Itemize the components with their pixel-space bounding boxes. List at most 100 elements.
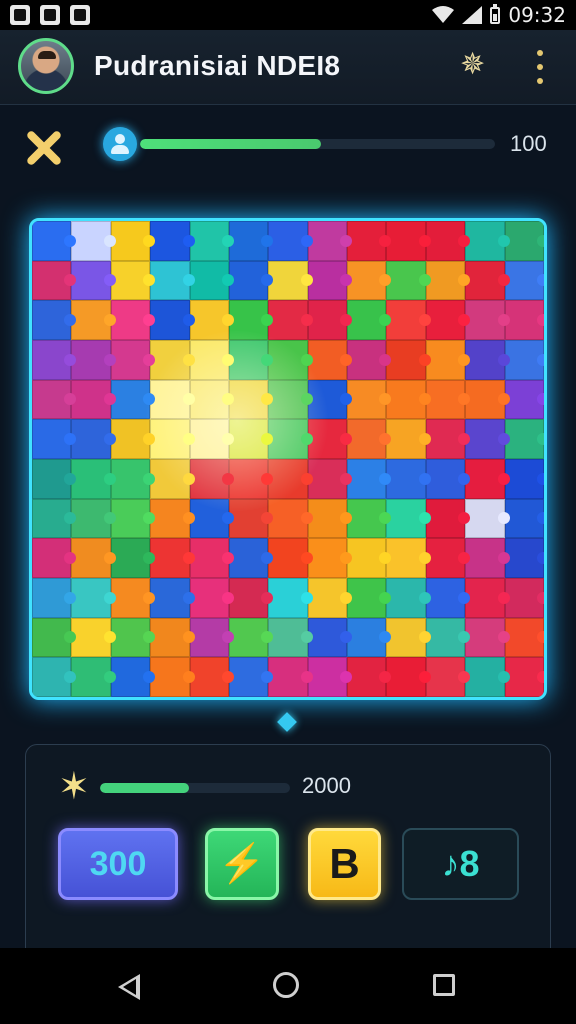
puzzle-piece[interactable] — [504, 578, 544, 618]
puzzle-piece[interactable] — [386, 221, 426, 261]
puzzle-piece[interactable] — [110, 340, 151, 380]
puzzle-piece[interactable] — [386, 419, 426, 459]
puzzle-piece[interactable] — [189, 300, 229, 340]
puzzle-piece[interactable] — [32, 260, 72, 301]
puzzle-piece[interactable] — [425, 300, 466, 340]
puzzle-piece[interactable] — [189, 340, 229, 380]
puzzle-piece[interactable] — [504, 657, 544, 697]
puzzle-piece[interactable] — [228, 578, 269, 618]
puzzle-piece[interactable] — [307, 498, 348, 539]
puzzle-piece[interactable] — [347, 498, 387, 539]
puzzle-piece[interactable] — [465, 221, 505, 261]
puzzle-piece[interactable] — [71, 340, 111, 380]
puzzle-piece[interactable] — [110, 379, 151, 420]
puzzle-piece[interactable] — [71, 538, 111, 578]
close-button[interactable] — [24, 128, 64, 168]
puzzle-piece[interactable] — [465, 498, 505, 539]
puzzle-piece[interactable] — [425, 221, 466, 261]
puzzle-piece[interactable] — [347, 459, 387, 499]
puzzle-piece[interactable] — [228, 300, 269, 340]
puzzle-piece[interactable] — [425, 498, 466, 539]
puzzle-piece[interactable] — [347, 379, 387, 420]
puzzle-piece[interactable] — [504, 617, 544, 658]
puzzle-piece[interactable] — [268, 657, 308, 697]
bonus-b-button[interactable]: B — [308, 828, 381, 900]
puzzle-piece[interactable] — [228, 221, 269, 261]
puzzle-piece[interactable] — [386, 459, 426, 499]
puzzle-piece[interactable] — [504, 538, 544, 578]
puzzle-piece[interactable] — [465, 657, 505, 697]
puzzle-piece[interactable] — [189, 657, 229, 697]
puzzle-piece[interactable] — [386, 657, 426, 697]
puzzle-piece[interactable] — [189, 260, 229, 301]
puzzle-piece[interactable] — [347, 578, 387, 618]
more-vert-icon[interactable] — [530, 50, 550, 84]
puzzle-piece[interactable] — [32, 578, 72, 618]
puzzle-piece[interactable] — [150, 498, 190, 539]
puzzle-piece[interactable] — [150, 221, 190, 261]
puzzle-piece[interactable] — [307, 419, 348, 459]
puzzle-piece[interactable] — [110, 578, 151, 618]
music-button[interactable]: ♪8 — [402, 828, 519, 900]
puzzle-piece[interactable] — [228, 498, 269, 539]
puzzle-piece[interactable] — [347, 260, 387, 301]
puzzle-piece[interactable] — [347, 221, 387, 261]
puzzle-piece[interactable] — [268, 578, 308, 618]
puzzle-piece[interactable] — [228, 379, 269, 420]
avatar[interactable] — [18, 38, 74, 94]
puzzle-piece[interactable] — [307, 340, 348, 380]
puzzle-piece[interactable] — [425, 419, 466, 459]
puzzle-piece[interactable] — [386, 617, 426, 658]
puzzle-piece[interactable] — [110, 221, 151, 261]
puzzle-piece[interactable] — [228, 340, 269, 380]
puzzle-piece[interactable] — [386, 578, 426, 618]
puzzle-piece[interactable] — [110, 498, 151, 539]
puzzle-piece[interactable] — [465, 538, 505, 578]
puzzle-piece[interactable] — [504, 419, 544, 459]
puzzle-piece[interactable] — [71, 617, 111, 658]
puzzle-grid[interactable] — [32, 221, 544, 697]
puzzle-piece[interactable] — [110, 419, 151, 459]
puzzle-piece[interactable] — [504, 379, 544, 420]
puzzle-piece[interactable] — [268, 221, 308, 261]
puzzle-piece[interactable] — [189, 578, 229, 618]
puzzle-piece[interactable] — [150, 419, 190, 459]
puzzle-piece[interactable] — [268, 419, 308, 459]
puzzle-piece[interactable] — [268, 340, 308, 380]
boost-button[interactable]: ⚡ — [205, 828, 279, 900]
puzzle-piece[interactable] — [307, 221, 348, 261]
puzzle-piece[interactable] — [307, 459, 348, 499]
puzzle-piece[interactable] — [386, 379, 426, 420]
puzzle-piece[interactable] — [268, 379, 308, 420]
puzzle-piece[interactable] — [465, 340, 505, 380]
puzzle-piece[interactable] — [150, 617, 190, 658]
puzzle-piece[interactable] — [307, 617, 348, 658]
puzzle-piece[interactable] — [465, 419, 505, 459]
puzzle-piece[interactable] — [307, 578, 348, 618]
puzzle-piece[interactable] — [32, 538, 72, 578]
puzzle-piece[interactable] — [110, 300, 151, 340]
puzzle-piece[interactable] — [32, 340, 72, 380]
puzzle-piece[interactable] — [504, 221, 544, 261]
puzzle-piece[interactable] — [504, 260, 544, 301]
puzzle-piece[interactable] — [110, 617, 151, 658]
puzzle-piece[interactable] — [386, 498, 426, 539]
puzzle-piece[interactable] — [150, 300, 190, 340]
puzzle-piece[interactable] — [150, 578, 190, 618]
puzzle-piece[interactable] — [465, 300, 505, 340]
puzzle-piece[interactable] — [228, 657, 269, 697]
puzzle-piece[interactable] — [150, 260, 190, 301]
puzzle-piece[interactable] — [386, 260, 426, 301]
puzzle-piece[interactable] — [189, 617, 229, 658]
puzzle-piece[interactable] — [71, 657, 111, 697]
puzzle-piece[interactable] — [110, 260, 151, 301]
puzzle-piece[interactable] — [71, 459, 111, 499]
puzzle-piece[interactable] — [71, 578, 111, 618]
puzzle-piece[interactable] — [32, 419, 72, 459]
puzzle-piece[interactable] — [71, 419, 111, 459]
puzzle-piece[interactable] — [347, 617, 387, 658]
puzzle-piece[interactable] — [307, 379, 348, 420]
puzzle-piece[interactable] — [425, 538, 466, 578]
puzzle-piece[interactable] — [189, 459, 229, 499]
puzzle-piece[interactable] — [504, 498, 544, 539]
